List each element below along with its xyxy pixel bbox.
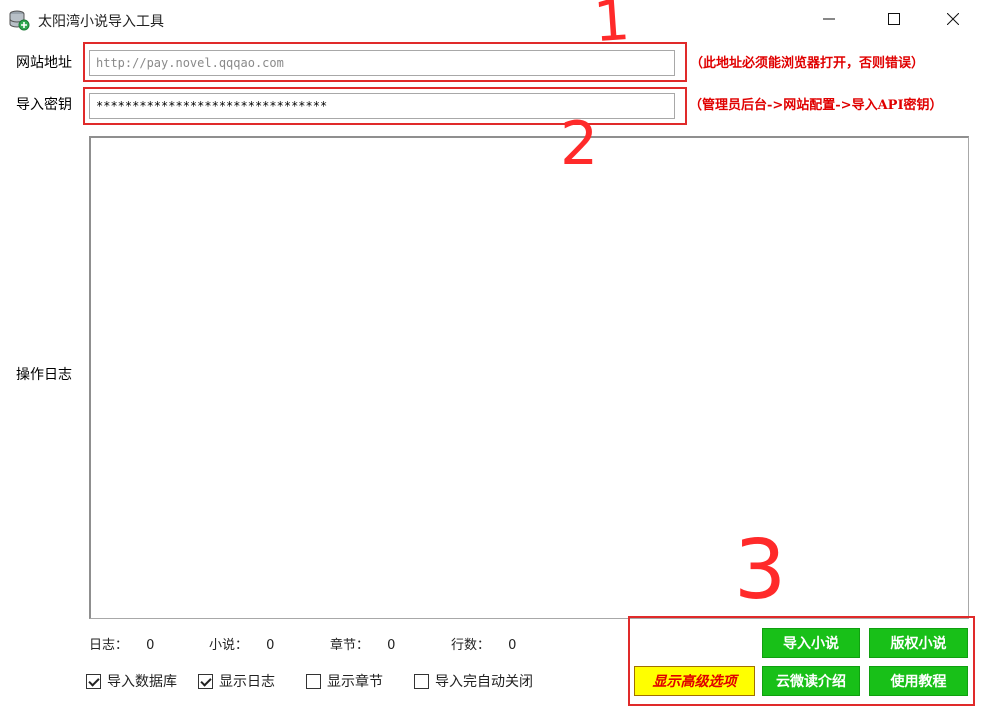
stat-chapter: 章节： 0 bbox=[330, 634, 395, 653]
option-auto-close[interactable]: 导入完自动关闭 bbox=[414, 671, 533, 691]
site-label: 网站地址 bbox=[16, 55, 72, 71]
stat-chapter-label: 章节： bbox=[330, 638, 370, 653]
stat-lines: 行数： 0 bbox=[451, 634, 516, 653]
checkbox-show-chapter[interactable] bbox=[306, 673, 321, 689]
stat-lines-value: 0 bbox=[508, 638, 517, 653]
title-bar: 太阳湾小说导入工具 bbox=[0, 0, 984, 38]
option-import-db[interactable]: 导入数据库 bbox=[86, 671, 177, 691]
stat-novel-value: 0 bbox=[266, 638, 275, 653]
yunweidu-intro-button[interactable]: 云微读介绍 bbox=[762, 666, 860, 696]
checkbox-import-db[interactable] bbox=[86, 673, 101, 689]
key-hint: （管理员后台->网站配置->导入API密钥） bbox=[689, 98, 943, 113]
annotation-mark-3: 3 bbox=[734, 523, 787, 618]
log-textarea[interactable] bbox=[89, 136, 969, 619]
stat-chapter-value: 0 bbox=[387, 638, 396, 653]
option-import-db-label: 导入数据库 bbox=[107, 674, 177, 690]
close-button[interactable] bbox=[930, 0, 976, 38]
stat-novel-label: 小说： bbox=[209, 638, 249, 653]
stat-log: 日志： 0 bbox=[89, 634, 154, 653]
stat-lines-label: 行数： bbox=[451, 638, 491, 653]
option-show-log[interactable]: 显示日志 bbox=[198, 671, 275, 691]
tutorial-button[interactable]: 使用教程 bbox=[869, 666, 968, 696]
key-label: 导入密钥 bbox=[16, 97, 72, 113]
checkbox-show-log[interactable] bbox=[198, 673, 213, 689]
option-show-log-label: 显示日志 bbox=[219, 674, 275, 690]
option-auto-close-label: 导入完自动关闭 bbox=[435, 674, 533, 690]
minimize-icon bbox=[823, 18, 835, 20]
stat-novel: 小说： 0 bbox=[209, 634, 274, 653]
close-icon bbox=[947, 13, 959, 25]
database-app-icon bbox=[8, 9, 30, 31]
annotation-mark-2: 2 bbox=[560, 109, 599, 179]
stat-log-label: 日志： bbox=[89, 638, 129, 653]
checkbox-auto-close[interactable] bbox=[414, 673, 429, 689]
maximize-icon bbox=[888, 13, 900, 25]
site-hint: （此地址必须能浏览器打开，否则错误） bbox=[690, 56, 925, 71]
minimize-button[interactable] bbox=[806, 0, 852, 38]
log-label: 操作日志 bbox=[16, 367, 72, 383]
annotation-mark-1: 1 bbox=[591, 0, 632, 56]
option-show-chapter[interactable]: 显示章节 bbox=[306, 671, 383, 691]
site-url-input[interactable]: http://pay.novel.qqqao.com bbox=[89, 50, 675, 76]
maximize-button[interactable] bbox=[871, 0, 917, 38]
option-show-chapter-label: 显示章节 bbox=[327, 674, 383, 690]
stat-log-value: 0 bbox=[146, 638, 155, 653]
copyright-novel-button[interactable]: 版权小说 bbox=[869, 628, 968, 658]
window-title: 太阳湾小说导入工具 bbox=[38, 14, 164, 30]
advanced-options-button[interactable]: 显示高级选项 bbox=[634, 666, 755, 696]
import-novel-button[interactable]: 导入小说 bbox=[762, 628, 860, 658]
site-url-placeholder: http://pay.novel.qqqao.com bbox=[96, 56, 284, 70]
